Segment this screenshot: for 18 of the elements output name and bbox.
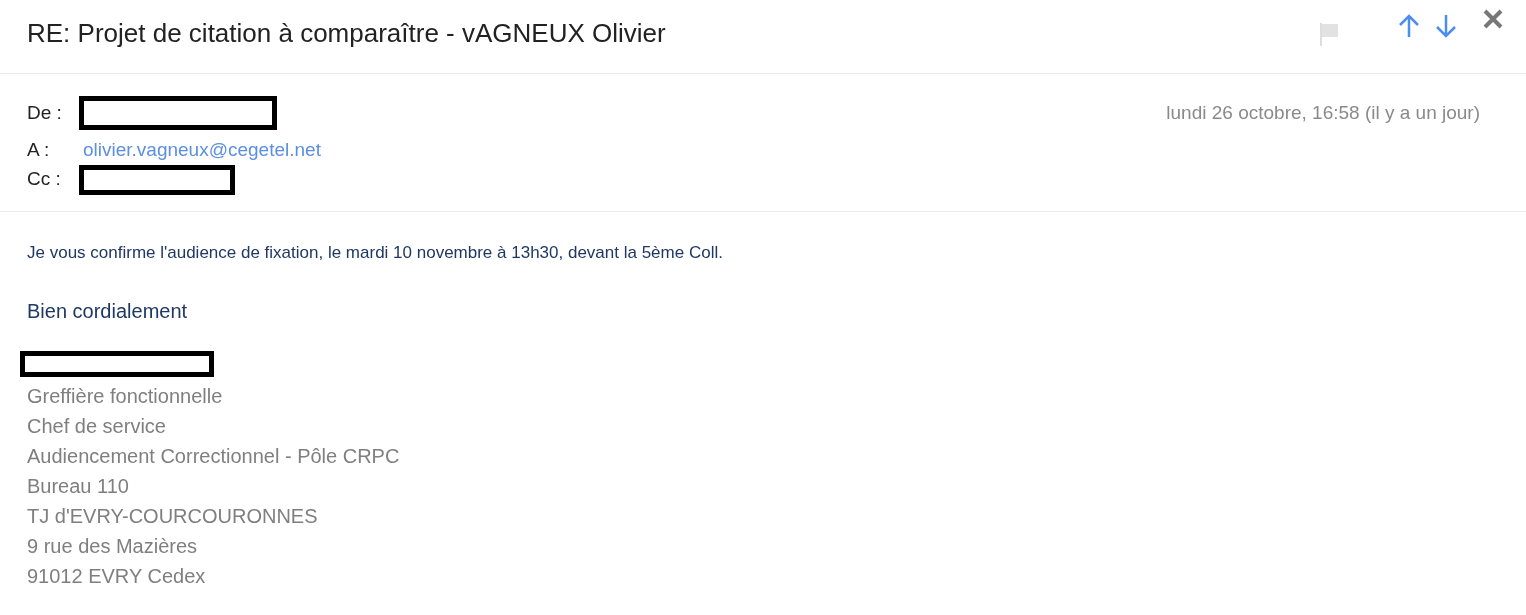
to-label: A : [27, 138, 51, 162]
previous-icon[interactable] [1398, 13, 1420, 39]
recipient-link[interactable]: olivier.vagneux@cegetel.net [83, 136, 321, 165]
close-icon[interactable] [1482, 8, 1504, 30]
signature-line: TJ d'EVRY-COURCOURONNES [27, 503, 319, 529]
signature-line: Greffière fonctionnelle [27, 383, 224, 409]
cc-label: Cc : [27, 167, 62, 192]
email-date: lundi 26 octobre, 16:58 (il y a un jour) [1166, 100, 1480, 125]
signature-line: Bureau 110 [27, 473, 130, 499]
signature-line: 91012 EVRY Cedex [27, 563, 207, 589]
signature-line: Audiencement Correctionnel - Pôle CRPC [27, 443, 401, 469]
signature-line: 9 rue des Mazières [27, 533, 199, 559]
closing-text: Bien cordialement [27, 298, 189, 324]
signature-line: Chef de service [27, 413, 167, 439]
email-subject: RE: Projet de citation à comparaître - vAGNEUX Olivier [27, 17, 666, 50]
next-icon[interactable] [1435, 13, 1457, 39]
from-label: De : [27, 100, 63, 125]
message-text: Je vous confirme l'audience de fixation, le mardi 10 novembre à 13h30, devant la 5ème Coll. [27, 242, 724, 264]
